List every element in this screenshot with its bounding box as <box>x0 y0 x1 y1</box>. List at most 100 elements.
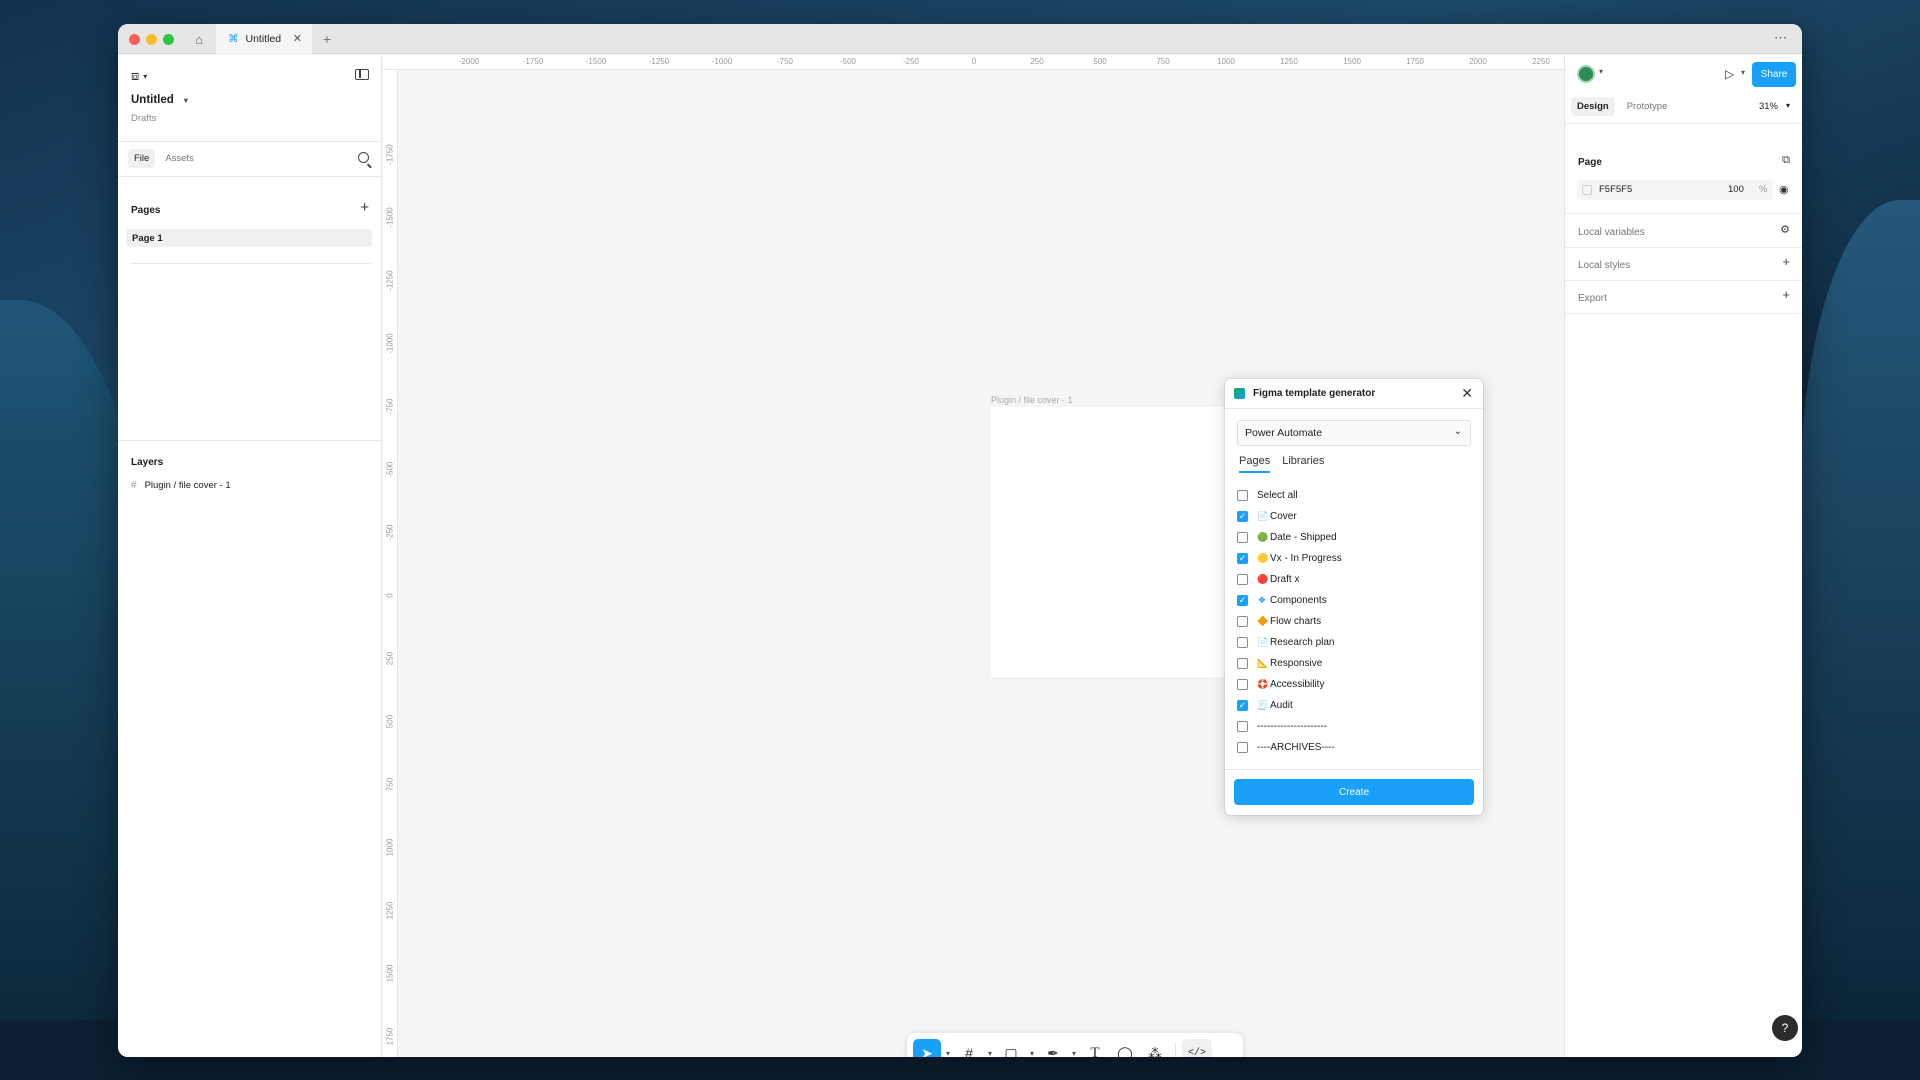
template-select[interactable]: Power Automate ⌄ <box>1237 420 1471 446</box>
page-opacity[interactable]: 100 <box>1728 184 1744 195</box>
share-button[interactable]: Share <box>1752 62 1796 87</box>
file-tab[interactable]: ⌘ Untitled ✕ <box>216 24 312 54</box>
chevron-down-icon[interactable]: ▾ <box>1069 1049 1079 1058</box>
checkbox-checked[interactable]: ✓ <box>1237 700 1248 711</box>
variables-icon[interactable]: ⚙ <box>1780 223 1790 236</box>
local-styles-label[interactable]: Local styles <box>1578 260 1630 271</box>
present-icon[interactable]: ▷ <box>1725 67 1734 81</box>
divider <box>118 176 381 177</box>
comment-tool-icon[interactable]: ◯ <box>1111 1039 1139 1058</box>
file-location[interactable]: Drafts <box>131 113 156 124</box>
checkbox-text: 🟢 Date - Shipped <box>1257 532 1337 543</box>
text-tool-icon[interactable]: T <box>1081 1039 1109 1058</box>
resources-tool-icon[interactable]: ⁂ <box>1141 1039 1169 1058</box>
ruler-tick: -1750 <box>522 57 544 66</box>
page-color-hex[interactable]: F5F5F5 <box>1599 184 1632 195</box>
close-tab-icon[interactable]: ✕ <box>293 32 302 45</box>
list-item[interactable]: --------------------- <box>1237 716 1471 737</box>
export-label[interactable]: Export <box>1578 293 1607 304</box>
tab-pages[interactable]: Pages <box>1239 455 1271 473</box>
list-item[interactable]: 🛟 Accessibility <box>1237 674 1471 695</box>
checkbox[interactable] <box>1237 532 1248 543</box>
tab-title: Untitled <box>245 33 282 45</box>
help-button[interactable]: ? <box>1772 1015 1798 1041</box>
tab-assets[interactable]: Assets <box>159 149 200 168</box>
checkbox-text: 🔶 Flow charts <box>1257 616 1321 627</box>
list-item[interactable]: 🟢 Date - Shipped <box>1237 527 1471 548</box>
add-export-icon[interactable]: + <box>1782 287 1790 302</box>
checkbox-checked[interactable]: ✓ <box>1237 595 1248 606</box>
file-name[interactable]: Untitled ▾ <box>131 94 188 106</box>
zoom-control[interactable]: 31% ▾ <box>1759 101 1790 112</box>
checkbox[interactable] <box>1237 658 1248 669</box>
list-item[interactable]: ✓ 🟡 Vx - In Progress <box>1237 548 1471 569</box>
checkbox-label: Responsive <box>1270 658 1323 669</box>
page-color-field[interactable]: F5F5F5 100 % <box>1577 180 1773 200</box>
dev-mode-icon[interactable]: </> <box>1182 1039 1212 1057</box>
checkbox[interactable] <box>1237 574 1248 585</box>
list-item[interactable]: 📐 Responsive <box>1237 653 1471 674</box>
pen-tool-icon[interactable]: ✒ <box>1039 1039 1067 1058</box>
divider <box>1565 313 1802 314</box>
more-options-icon[interactable]: ⋯ <box>1774 30 1788 46</box>
home-icon[interactable]: ⌂ <box>186 28 212 50</box>
checkbox-text: 📄 Research plan <box>1257 637 1334 648</box>
close-icon[interactable]: ✕ <box>1461 385 1473 402</box>
list-item[interactable]: ✓ 📄 Cover <box>1237 506 1471 527</box>
page-settings-icon[interactable]: ⧉ <box>1782 154 1790 167</box>
search-icon[interactable] <box>358 152 369 163</box>
maximize-window-button[interactable] <box>163 34 174 45</box>
list-item[interactable]: 🔶 Flow charts <box>1237 611 1471 632</box>
close-window-button[interactable] <box>129 34 140 45</box>
page-list-item[interactable]: Page 1 <box>126 229 372 247</box>
list-item[interactable]: 📄 Research plan <box>1237 632 1471 653</box>
minimize-window-button[interactable] <box>146 34 157 45</box>
toggle-sidebar-icon[interactable] <box>355 69 369 80</box>
tab-prototype[interactable]: Prototype <box>1621 97 1674 116</box>
frame-label[interactable]: Plugin / file cover - 1 <box>991 395 1073 405</box>
checkbox-text: ❖ Components <box>1257 595 1327 606</box>
plugin-icon <box>1234 388 1245 399</box>
canvas[interactable]: -2000 -1750 -1500 -1250 -1000 -750 -500 … <box>383 55 1569 1057</box>
right-tabs: Design Prototype <box>1571 97 1673 116</box>
eye-icon[interactable]: ◉ <box>1779 183 1789 196</box>
move-tool-icon[interactable]: ➤ <box>913 1039 941 1057</box>
select-all-checkbox[interactable] <box>1237 490 1248 501</box>
frame-tool-icon[interactable]: # <box>955 1039 983 1057</box>
tab-libraries[interactable]: Libraries <box>1282 455 1324 473</box>
tab-file[interactable]: File <box>128 149 156 168</box>
chevron-down-icon[interactable]: ▾ <box>1027 1049 1037 1058</box>
plugin-header: Figma template generator ✕ <box>1225 379 1483 409</box>
divider <box>1565 213 1802 214</box>
checkbox[interactable] <box>1237 742 1248 753</box>
local-variables-label[interactable]: Local variables <box>1578 227 1645 238</box>
chevron-down-icon[interactable]: ▾ <box>943 1049 953 1058</box>
checkbox-checked[interactable]: ✓ <box>1237 553 1248 564</box>
list-item[interactable]: ✓ 🧾 Audit <box>1237 695 1471 716</box>
checkbox-checked[interactable]: ✓ <box>1237 511 1248 522</box>
add-style-icon[interactable]: + <box>1782 254 1790 269</box>
chevron-down-icon[interactable]: ▾ <box>985 1049 995 1058</box>
checkbox[interactable] <box>1237 721 1248 732</box>
main-menu-button[interactable]: ⧈ ▾ <box>131 68 147 84</box>
add-page-icon[interactable]: + <box>360 199 369 216</box>
chevron-down-icon: ▾ <box>183 95 188 105</box>
layer-item[interactable]: # Plugin / file cover - 1 <box>131 480 231 491</box>
checkbox[interactable] <box>1237 616 1248 627</box>
checkbox[interactable] <box>1237 679 1248 690</box>
avatar[interactable] <box>1577 65 1595 83</box>
color-swatch[interactable] <box>1582 185 1592 195</box>
rectangle-tool-icon[interactable]: ▢ <box>997 1039 1025 1058</box>
chevron-down-icon[interactable]: ▾ <box>1741 68 1745 77</box>
create-button[interactable]: Create <box>1234 779 1474 805</box>
list-item[interactable]: ✓ ❖ Components <box>1237 590 1471 611</box>
document-icon: 📄 <box>1257 511 1269 521</box>
new-tab-button[interactable]: + <box>318 30 336 48</box>
checkbox[interactable] <box>1237 637 1248 648</box>
plugin-tabs: Pages Libraries <box>1239 455 1324 473</box>
list-item[interactable]: Select all <box>1237 485 1471 506</box>
chevron-down-icon[interactable]: ▾ <box>1599 67 1603 76</box>
list-item[interactable]: 🔴 Draft x <box>1237 569 1471 590</box>
list-item[interactable]: ----ARCHIVES---- <box>1237 737 1471 758</box>
tab-design[interactable]: Design <box>1571 97 1615 116</box>
